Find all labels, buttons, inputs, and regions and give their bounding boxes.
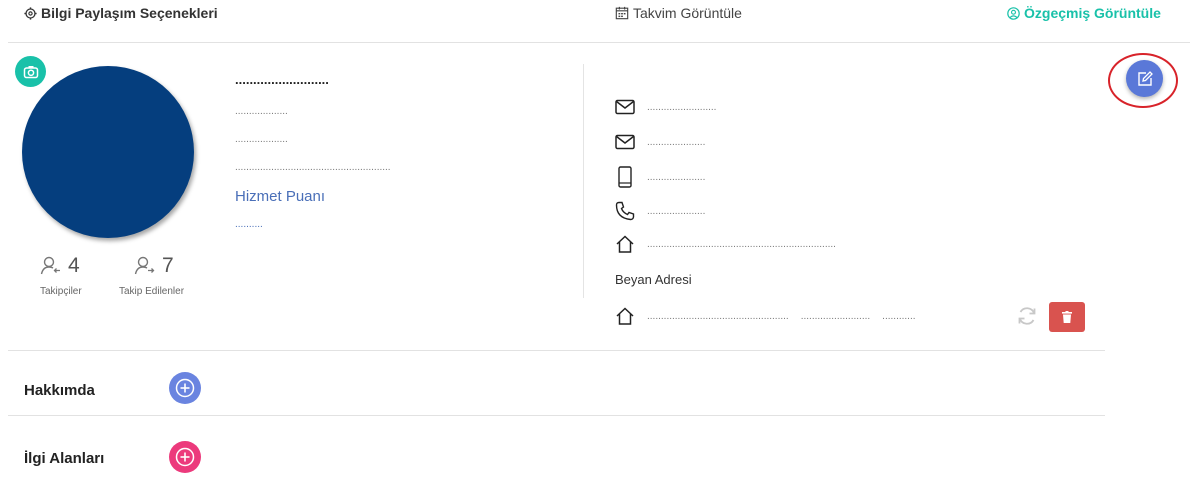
profile-line-2: ................... bbox=[235, 134, 288, 145]
address-row: ........................................… bbox=[615, 235, 836, 253]
edit-icon bbox=[1137, 70, 1153, 87]
calendar-label: Takvim Görüntüle bbox=[633, 5, 742, 21]
interests-title: İlgi Alanları bbox=[24, 450, 105, 467]
calendar-link[interactable]: Takvim Görüntüle bbox=[615, 5, 742, 21]
resume-link[interactable]: Özgeçmiş Görüntüle bbox=[1007, 5, 1161, 21]
add-about-button[interactable] bbox=[169, 372, 201, 404]
profile-line-1: ................... bbox=[235, 106, 288, 117]
calendar-icon bbox=[615, 6, 629, 20]
mobile-value: ..................... bbox=[647, 171, 706, 183]
declared-address-part-2: ......................... bbox=[800, 310, 871, 322]
declared-address-row: ........................................… bbox=[615, 307, 916, 325]
phone-row: ..................... bbox=[615, 201, 705, 221]
camera-icon bbox=[23, 64, 39, 80]
phone-icon bbox=[615, 201, 635, 221]
following-user-icon bbox=[134, 255, 156, 277]
divider-about bbox=[8, 350, 1105, 351]
service-score-value: .......... bbox=[235, 219, 263, 230]
envelope-icon bbox=[615, 134, 635, 150]
home-icon bbox=[615, 307, 635, 325]
trash-icon bbox=[1062, 311, 1072, 323]
refresh-icon bbox=[1016, 305, 1038, 327]
envelope-icon bbox=[615, 99, 635, 115]
add-interests-button[interactable] bbox=[169, 441, 201, 473]
declared-address-part-1: ........................................… bbox=[647, 310, 789, 322]
follower-user-icon bbox=[40, 255, 62, 277]
following-stat[interactable]: 7 bbox=[134, 254, 174, 278]
followers-stat[interactable]: 4 bbox=[40, 254, 80, 278]
home-icon bbox=[615, 235, 635, 253]
top-divider bbox=[8, 42, 1190, 43]
email-1-value: ......................... bbox=[647, 101, 717, 113]
share-options-label: Bilgi Paylaşım Seçenekleri bbox=[41, 5, 218, 21]
mobile-row: ..................... bbox=[615, 166, 705, 188]
profile-line-3: ........................................… bbox=[235, 162, 391, 173]
email-2-value: ..................... bbox=[647, 136, 706, 148]
address-value: ........................................… bbox=[647, 238, 836, 250]
plus-circle-icon bbox=[175, 447, 195, 467]
following-label: Takip Edilenler bbox=[119, 286, 185, 297]
declared-address-part-3: ............ bbox=[882, 310, 916, 322]
about-title: Hakkımda bbox=[24, 382, 95, 399]
followers-label: Takipçiler bbox=[40, 286, 82, 297]
plus-circle-icon bbox=[175, 378, 195, 398]
change-photo-button[interactable] bbox=[15, 56, 46, 87]
email-row-2: ..................... bbox=[615, 134, 705, 150]
delete-address-button[interactable] bbox=[1049, 302, 1085, 332]
email-row-1: ......................... bbox=[615, 99, 716, 115]
edit-profile-button[interactable] bbox=[1126, 60, 1163, 97]
phone-value: ..................... bbox=[647, 205, 706, 217]
user-circle-icon bbox=[1007, 6, 1020, 20]
gear-icon bbox=[24, 6, 37, 20]
divider-interests bbox=[8, 415, 1105, 416]
service-score-label: Hizmet Puanı bbox=[235, 188, 326, 205]
declared-address-label: Beyan Adresi bbox=[615, 272, 692, 287]
resume-label: Özgeçmiş Görüntüle bbox=[1024, 5, 1161, 21]
followers-count: 4 bbox=[68, 254, 80, 277]
share-options-link[interactable]: Bilgi Paylaşım Seçenekleri bbox=[24, 5, 218, 21]
following-count: 7 bbox=[162, 254, 174, 277]
profile-name: .......................... bbox=[235, 72, 329, 87]
avatar bbox=[22, 66, 194, 238]
mobile-phone-icon bbox=[615, 166, 635, 188]
vertical-divider bbox=[583, 64, 584, 298]
refresh-button[interactable] bbox=[1016, 305, 1038, 327]
